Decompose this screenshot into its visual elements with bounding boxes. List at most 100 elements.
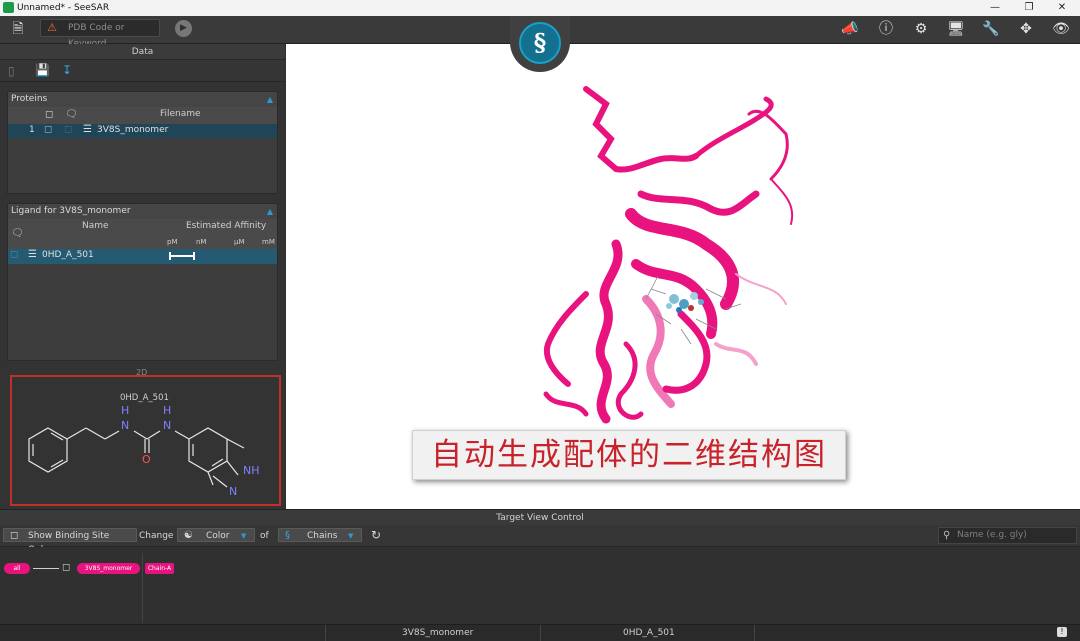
file-icon[interactable]: 🗎 [8,19,28,39]
ligand-name: 0HD_A_501 [42,250,94,260]
residue-search-input[interactable]: ⚲ Name (e.g. gly) [938,527,1077,544]
status-protein: 3V8S_monomer [402,628,474,638]
change-label: Change [139,531,174,541]
chain-protein-pill[interactable]: 3V8S_monomer [77,563,140,574]
download-icon[interactable]: ↧ [62,63,72,77]
ligands-header-label: Ligand for 3V8S_monomer [11,206,131,216]
protein-filename: 3V8S_monomer [97,125,169,135]
status-divider [540,625,541,641]
comment-icon: 🗨 [65,109,78,120]
color-dropdown-label: Color [206,531,230,541]
show-binding-site-button[interactable]: ◻ Show Binding Site Only [3,528,137,555]
collapse-icon[interactable]: ▲ [267,92,273,107]
scale-mm: mM [262,238,275,246]
eye-icon[interactable]: 👁 [1051,19,1071,39]
upload-icon[interactable]: ▯ [8,64,15,78]
scale-nm: nM [196,238,207,246]
ligands-column-header: 🗨 Name Estimated Affinity pM nM µM mM [8,219,277,249]
scale-pm: pM [167,238,178,246]
megaphone-icon[interactable]: 📣 [840,19,860,39]
residue-search-placeholder: Name (e.g. gly) [957,530,1027,540]
restore-icon[interactable]: ❐ [1018,1,1040,15]
comment-icon: 🗨 [11,228,24,239]
monitor-icon[interactable]: 🖥 [946,19,966,39]
logo-mark: § [519,22,561,64]
proteins-header-label: Proteins [11,94,48,104]
chain-icon: § [285,530,290,541]
atom-n3: N [229,485,237,498]
chains-dropdown-label: Chains [307,531,338,541]
comment-icon[interactable]: ◻ [64,124,72,135]
molecule-name: 0HD_A_501 [120,393,169,403]
pdb-search-input[interactable]: ⚠ PDB Code or Keyword [40,19,160,49]
ligands-section: Ligand for 3V8S_monomer ▲ 🗨 Name Estimat… [7,203,278,361]
chain-tree-area [0,547,1080,624]
chain-all-pill[interactable]: all [4,563,30,574]
ligand-2d-structure: 0HD_A_501 H N H N O NH N [10,375,281,506]
ligands-header[interactable]: Ligand for 3V8S_monomer ▲ [8,204,277,219]
protein-visibility-icon: ◻ [45,109,54,120]
chevron-down-icon: ▼ [241,532,247,540]
scale-um: µM [234,238,245,246]
comment-icon[interactable]: ◻ [10,249,18,260]
satellite-icon[interactable]: ✥ [1016,19,1036,39]
protein-visibility-icon[interactable]: ◻ [62,562,70,573]
save-icon[interactable]: 💾 [35,63,50,77]
checkbox-icon: ◻ [10,530,19,541]
data-panel-toolbar: ▯ 💾 ↧ [0,60,285,82]
data-panel-title: Data [0,44,285,60]
document-icon: ☰ [28,249,37,260]
collapse-icon[interactable]: ▲ [267,204,273,219]
affinity-range-start [169,252,171,260]
proteins-column-header: ◻ 🗨 Filename [8,107,277,124]
document-icon: ☰ [83,124,92,135]
chains-dropdown[interactable]: § Chains ▼ [278,528,362,542]
minimize-icon[interactable]: — [984,1,1006,15]
atom-o: O [142,453,151,466]
proteins-section: Proteins ▲ ◻ 🗨 Filename 1 ◻ ◻ ☰ 3V8S_mon… [7,91,278,194]
atom-h1: H [121,404,129,417]
annotation-label: 自动生成配体的二维结构图 [412,430,846,480]
tree-divider [142,553,143,623]
affinity-column-header[interactable]: Estimated Affinity [186,221,266,231]
color-dropdown[interactable]: ☯ Color ▼ [177,528,255,542]
help-icon[interactable]: ⓘ [876,19,896,39]
status-bar: 3V8S_monomer 0HD_A_501 ! [0,624,1080,641]
atom-h2: H [163,404,171,417]
table-row[interactable]: 1 ◻ ◻ ☰ 3V8S_monomer [8,124,277,138]
phenyl-ring [28,427,68,473]
protein-visibility-icon[interactable]: ◻ [44,124,52,135]
molecule-drawing: 0HD_A_501 H N H N O NH N [28,393,260,498]
atom-nh: NH [243,464,260,477]
warning-icon: ⚠ [47,21,57,34]
settings-icon[interactable]: ⚙ [911,19,931,39]
status-ligand: 0HD_A_501 [623,628,675,638]
notification-icon[interactable]: ! [1057,627,1067,637]
palette-icon: ☯ [184,530,193,541]
window-title: Unnamed* - SeeSAR [17,3,110,13]
status-divider [325,625,326,641]
target-view-control-title: Target View Control [0,509,1080,525]
status-divider [754,625,755,641]
affinity-range-bar [170,255,194,257]
play-icon[interactable]: ▶ [175,20,192,37]
of-label: of [260,531,269,541]
table-row[interactable]: ◻ ☰ 0HD_A_501 [8,249,277,264]
chain-a-pill[interactable]: Chain-A [145,563,174,574]
app-icon [3,2,14,13]
tools-icon[interactable]: 🔧 [981,19,1001,39]
close-icon[interactable]: ✕ [1051,1,1073,15]
row-index: 1 [29,125,35,135]
reset-icon[interactable]: ↻ [371,528,381,542]
search-icon: ⚲ [943,530,951,541]
atom-n2: N [163,419,171,432]
affinity-range-end [193,252,195,260]
name-column-header[interactable]: Name [82,221,109,231]
title-bar: Unnamed* - SeeSAR — ❐ ✕ [0,0,1080,16]
indazole-ring [188,427,245,488]
proteins-header[interactable]: Proteins ▲ [8,92,277,107]
filename-column-header[interactable]: Filename [160,109,201,119]
atom-n1: N [121,419,129,432]
tree-connector [33,568,59,569]
chevron-down-icon: ▼ [348,532,354,540]
